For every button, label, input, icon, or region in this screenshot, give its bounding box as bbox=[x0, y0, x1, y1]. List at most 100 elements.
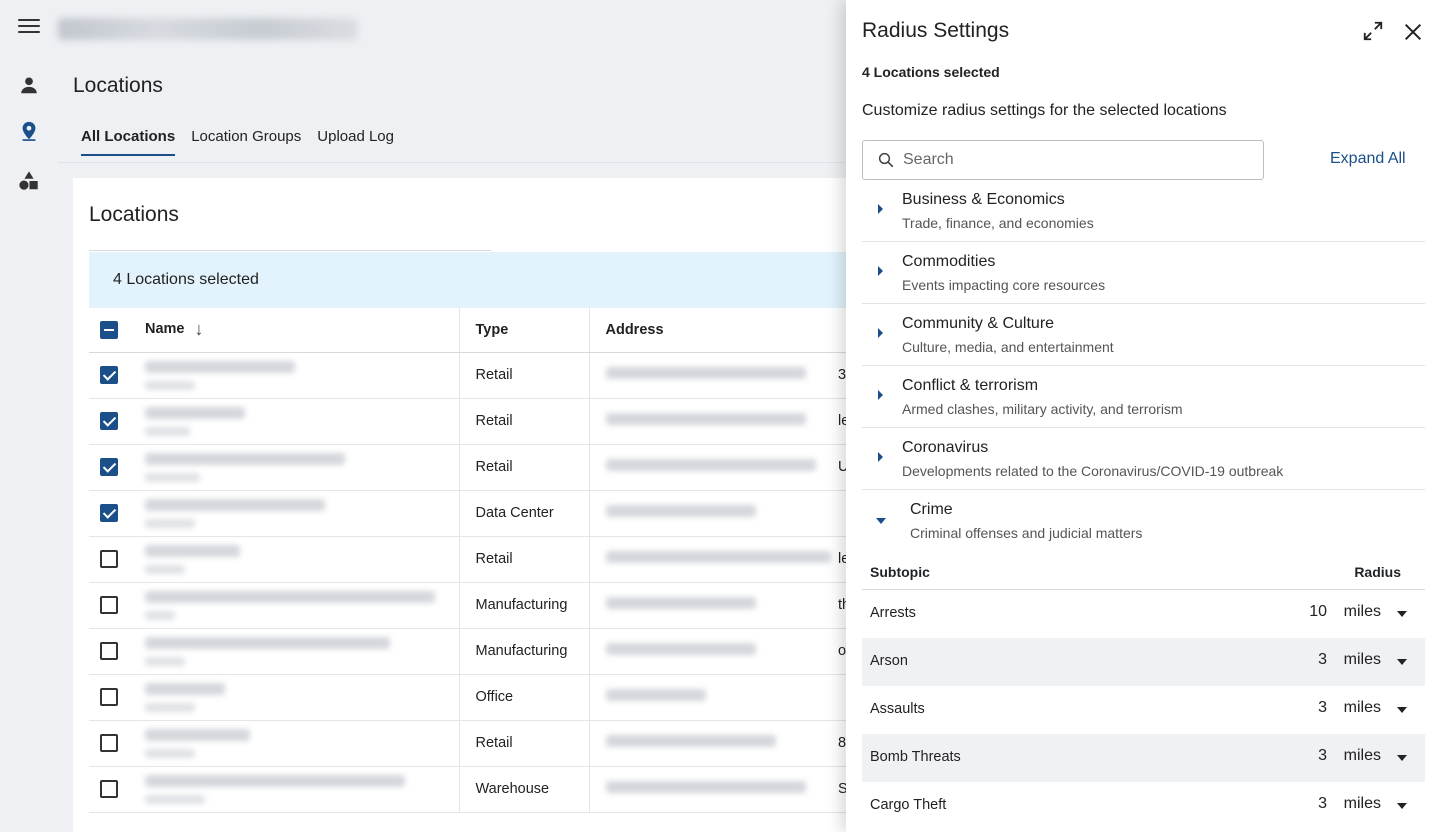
subtopic-name: Bomb Threats bbox=[870, 749, 961, 765]
table-row[interactable]: Data Center bbox=[89, 490, 849, 537]
topic-subtitle: Culture, media, and entertainment bbox=[902, 339, 1114, 355]
blurred-name-sub bbox=[145, 472, 200, 482]
radius-unit-select[interactable]: miles bbox=[1344, 795, 1381, 813]
search-input[interactable] bbox=[903, 147, 1243, 173]
row-checkbox[interactable] bbox=[100, 504, 118, 522]
row-checkbox[interactable] bbox=[100, 734, 118, 752]
row-type-cell: Retail bbox=[458, 398, 589, 445]
dropdown-icon[interactable] bbox=[1397, 659, 1407, 665]
row-name-cell bbox=[129, 444, 459, 491]
blurred-address bbox=[605, 781, 806, 793]
expand-all-link[interactable]: Expand All bbox=[1330, 150, 1406, 168]
tab-all-locations[interactable]: All Locations bbox=[81, 128, 176, 156]
row-name-cell bbox=[129, 766, 459, 813]
blurred-name-sub bbox=[145, 564, 185, 574]
blurred-name-sub bbox=[145, 702, 195, 712]
blurred-address bbox=[605, 597, 756, 609]
table-row[interactable]: Manufacturing bbox=[89, 582, 849, 629]
table-row[interactable]: Office bbox=[89, 674, 849, 721]
row-address-cell bbox=[588, 536, 849, 583]
topic-business-economics[interactable]: Business & Economics Trade, finance, and… bbox=[862, 180, 1425, 242]
close-icon[interactable] bbox=[1402, 21, 1424, 43]
person-icon[interactable] bbox=[18, 74, 40, 96]
row-checkbox[interactable] bbox=[100, 458, 118, 476]
subtopic-name: Assaults bbox=[870, 701, 925, 717]
column-header-address[interactable]: Address bbox=[588, 308, 849, 353]
search-icon bbox=[878, 152, 894, 168]
subtopic-name: Arrests bbox=[870, 605, 916, 621]
radius-unit-select[interactable]: miles bbox=[1344, 651, 1381, 669]
subtopic-name: Arson bbox=[870, 653, 908, 669]
row-address-cell bbox=[588, 582, 849, 629]
radius-settings-panel: Radius Settings 4 Locations selected Cus… bbox=[846, 0, 1442, 832]
row-address-cell bbox=[588, 766, 849, 813]
blurred-address bbox=[605, 367, 806, 379]
select-all-checkbox[interactable] bbox=[100, 320, 118, 339]
subtopic-table-header: Subtopic Radius bbox=[862, 556, 1425, 590]
table-row[interactable]: Warehouse bbox=[89, 766, 849, 813]
row-type-cell: Office bbox=[458, 674, 589, 721]
blurred-name-sub bbox=[145, 748, 195, 758]
radius-unit-select[interactable]: miles bbox=[1344, 603, 1381, 621]
radius-unit-select[interactable]: miles bbox=[1344, 747, 1381, 765]
radius-value[interactable]: 3 bbox=[1318, 795, 1327, 813]
dropdown-icon[interactable] bbox=[1397, 803, 1407, 809]
tab-location-groups[interactable]: Location Groups bbox=[191, 128, 301, 156]
row-checkbox[interactable] bbox=[100, 412, 118, 430]
blurred-name bbox=[145, 728, 250, 741]
dropdown-icon[interactable] bbox=[1397, 707, 1407, 713]
tab-upload-log[interactable]: Upload Log bbox=[317, 128, 394, 156]
row-checkbox[interactable] bbox=[100, 550, 118, 568]
topic-community-culture[interactable]: Community & Culture Culture, media, and … bbox=[862, 304, 1425, 366]
row-name-cell bbox=[129, 674, 459, 721]
topic-crime[interactable]: Crime Criminal offenses and judicial mat… bbox=[862, 490, 1425, 552]
card-divider bbox=[89, 250, 491, 251]
row-type-cell: Retail bbox=[458, 720, 589, 767]
blurred-name bbox=[145, 406, 245, 419]
row-address-cell bbox=[588, 720, 849, 767]
blurred-name-sub bbox=[145, 610, 175, 620]
radius-unit-select[interactable]: miles bbox=[1344, 699, 1381, 717]
radius-value[interactable]: 3 bbox=[1318, 747, 1327, 765]
blurred-address bbox=[605, 735, 776, 747]
table-row[interactable]: Retail bbox=[89, 720, 849, 767]
radius-value[interactable]: 10 bbox=[1309, 603, 1327, 621]
table-row[interactable]: Retail bbox=[89, 536, 849, 583]
radius-value[interactable]: 3 bbox=[1318, 699, 1327, 717]
column-header-type[interactable]: Type bbox=[458, 308, 589, 353]
sort-down-icon[interactable]: ↓ bbox=[195, 319, 204, 340]
row-checkbox[interactable] bbox=[100, 596, 118, 614]
radius-value[interactable]: 3 bbox=[1318, 651, 1327, 669]
blurred-app-title bbox=[58, 18, 358, 40]
table-row[interactable]: Retail bbox=[89, 398, 849, 445]
table-row[interactable]: Manufacturing bbox=[89, 628, 849, 675]
topic-subtitle: Events impacting core resources bbox=[902, 277, 1106, 293]
topic-conflict-terrorism[interactable]: Conflict & terrorism Armed clashes, mili… bbox=[862, 366, 1425, 428]
blurred-address bbox=[605, 413, 806, 425]
card-title: Locations bbox=[89, 203, 179, 226]
dropdown-icon[interactable] bbox=[1397, 611, 1407, 617]
shapes-icon[interactable] bbox=[18, 170, 40, 192]
column-header-name[interactable]: Name ↓ bbox=[129, 308, 459, 353]
expand-icon[interactable] bbox=[1362, 20, 1384, 42]
dropdown-icon[interactable] bbox=[1397, 755, 1407, 761]
locations-table: Name ↓ Type Address Retail Retail Retail… bbox=[89, 308, 849, 813]
table-header-row: Name ↓ Type Address bbox=[89, 308, 849, 353]
row-checkbox[interactable] bbox=[100, 366, 118, 384]
topic-subtitle: Developments related to the Coronavirus/… bbox=[902, 463, 1284, 479]
locations-card: Locations 4 Locations selected Name ↓ Typ… bbox=[73, 178, 879, 832]
caret-down-icon bbox=[876, 518, 886, 524]
search-field[interactable] bbox=[862, 140, 1264, 180]
row-address-cell bbox=[588, 398, 849, 445]
row-checkbox[interactable] bbox=[100, 780, 118, 798]
menu-icon[interactable] bbox=[18, 19, 40, 37]
selection-banner: 4 Locations selected bbox=[89, 252, 879, 308]
topic-coronavirus[interactable]: Coronavirus Developments related to the … bbox=[862, 428, 1425, 490]
table-row[interactable]: Retail bbox=[89, 444, 849, 491]
row-checkbox[interactable] bbox=[100, 642, 118, 660]
table-row[interactable]: Retail bbox=[89, 352, 849, 399]
blurred-name bbox=[145, 360, 295, 373]
row-checkbox[interactable] bbox=[100, 688, 118, 706]
location-pin-icon[interactable] bbox=[18, 120, 40, 142]
topic-commodities[interactable]: Commodities Events impacting core resour… bbox=[862, 242, 1425, 304]
